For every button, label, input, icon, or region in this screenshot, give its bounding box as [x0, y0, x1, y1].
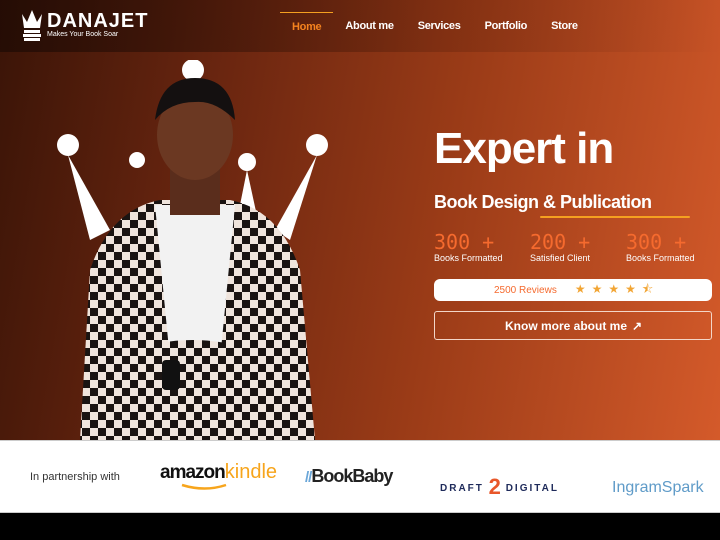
partners-label: In partnership with — [30, 471, 120, 483]
nav-portfolio[interactable]: Portfolio — [473, 0, 540, 40]
stat-label: Books Formatted — [626, 253, 695, 263]
arrow-up-right-icon: ↗ — [632, 318, 643, 333]
main-nav: Home About me Services Portfolio Store — [280, 0, 590, 52]
brand-name: DANAJET — [47, 10, 149, 32]
logo-text: DRAFT — [440, 483, 484, 494]
reviews-count: 2500 Reviews — [494, 284, 557, 296]
stat-books-formatted-2: 300 + Books Formatted — [626, 230, 716, 263]
crown-logo-icon — [22, 10, 42, 41]
amazon-smile-icon — [181, 483, 227, 490]
nav-home[interactable]: Home — [280, 12, 334, 52]
site-header: DANAJET Makes Your Book Soar Home About … — [0, 0, 720, 52]
partners-strip: In partnership with amazonkindle //BookB… — [0, 440, 720, 513]
logo-text: DIGITAL — [505, 483, 559, 494]
stat-label: Books Formatted — [434, 253, 503, 263]
stat-number: 300 + — [626, 230, 687, 254]
nav-about-me[interactable]: About me — [333, 0, 405, 40]
draft2digital-logo: DRAFT 2 DIGITAL — [440, 474, 559, 499]
title-underline — [540, 216, 690, 218]
amazon-kindle-logo: amazonkindle — [160, 461, 278, 490]
brand-logo[interactable]: DANAJET Makes Your Book Soar — [20, 8, 148, 42]
hero-subtitle: Book Design & Publication — [434, 192, 652, 212]
logo-text: amazon — [160, 462, 226, 483]
stat-number: 200 + — [530, 230, 591, 254]
hero-section: DANAJET Makes Your Book Soar Home About … — [0, 0, 720, 440]
logo-text: BookBaby — [311, 466, 393, 486]
nav-store[interactable]: Store — [539, 0, 590, 40]
know-more-label: Know more about me — [505, 318, 628, 333]
nav-services[interactable]: Services — [406, 0, 473, 40]
stat-satisfied-client: 200 + Satisfied Client — [530, 230, 620, 263]
bookbaby-logo: //BookBaby — [305, 466, 393, 486]
stat-number: 300 + — [434, 230, 495, 254]
hero-title: Expert in — [434, 124, 614, 173]
brand-tagline: Makes Your Book Soar — [47, 31, 119, 38]
ingramspark-logo: IngramSpark — [612, 479, 704, 496]
hero-portrait-image — [57, 60, 328, 440]
reviews-badge[interactable]: 2500 Reviews ★★★★⯪ — [434, 279, 712, 301]
star-rating-icon: ★★★★⯪ — [574, 281, 660, 296]
logo-text: kindle — [224, 461, 278, 483]
know-more-button[interactable]: Know more about me ↗ — [434, 311, 712, 340]
stat-label: Satisfied Client — [530, 253, 591, 263]
stat-books-formatted: 300 + Books Formatted — [434, 230, 524, 263]
